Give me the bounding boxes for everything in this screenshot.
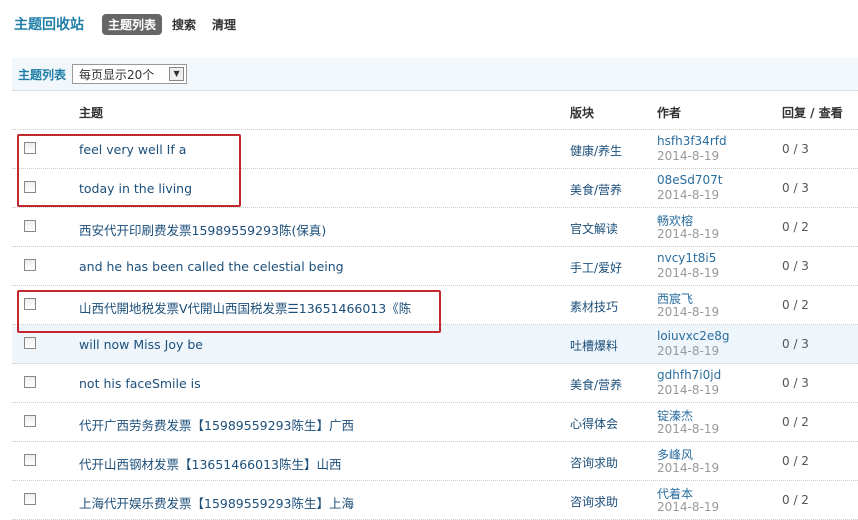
author-link[interactable]: 08eSd707t [657, 173, 723, 187]
row-checkbox[interactable] [24, 376, 36, 388]
row-checkbox[interactable] [24, 220, 36, 232]
replies-views: 0 / 3 [782, 142, 809, 156]
forum-link[interactable]: 咨询求助 [570, 493, 618, 510]
post-date: 2014-8-19 [657, 227, 720, 241]
row-checkbox[interactable] [24, 415, 36, 427]
per-page-value: 每页显示20个 [79, 67, 155, 82]
col-subject: 主题 [79, 106, 104, 120]
table-header: 主题 版块 作者 回复 / 查看 [12, 92, 858, 130]
post-date: 2014-8-19 [657, 266, 720, 280]
forum-link[interactable]: 手工/爱好 [570, 259, 622, 276]
replies-views: 0 / 3 [782, 181, 809, 195]
post-date: 2014-8-19 [657, 305, 720, 319]
tab-clean[interactable]: 清理 [206, 14, 242, 35]
topic-link[interactable]: 代开广西劳务费发票【15989559293陈生】广西 [79, 415, 354, 434]
replies-views: 0 / 2 [782, 454, 809, 468]
post-date: 2014-8-19 [657, 383, 720, 397]
forum-link[interactable]: 美食/营养 [570, 376, 622, 393]
per-page-select[interactable]: 每页显示20个 ▼ [72, 64, 188, 84]
top-nav: 主题回收站 主题列表 搜索 清理 [14, 12, 246, 36]
topic-link[interactable]: 代开山西钢材发票【13651466013陈生】山西 [79, 454, 341, 473]
replies-views: 0 / 2 [782, 493, 809, 507]
post-date: 2014-8-19 [657, 344, 720, 358]
highlight-box [17, 134, 241, 207]
author-link[interactable]: gdhfh7i0jd [657, 368, 721, 382]
replies-views: 0 / 2 [782, 220, 809, 234]
replies-views: 0 / 3 [782, 376, 809, 390]
col-replies-views: 回复 / 查看 [782, 106, 843, 120]
replies-views: 0 / 3 [782, 259, 809, 273]
topic-link[interactable]: 上海代开娱乐费发票【15989559293陈生】上海 [79, 493, 354, 512]
chevron-down-icon[interactable]: ▼ [169, 67, 185, 81]
author-link[interactable]: nvcy1t8i5 [657, 251, 716, 265]
tab-search[interactable]: 搜索 [166, 14, 202, 35]
forum-link[interactable]: 心得体会 [570, 415, 618, 432]
post-date: 2014-8-19 [657, 461, 720, 475]
tab-topic-list[interactable]: 主题列表 [102, 13, 163, 35]
topic-link[interactable]: and he has been called the celestial bei… [79, 259, 344, 274]
table-row: 上海代开娱乐费发票【15989559293陈生】上海 咨询求助 代着本 2014… [12, 481, 858, 520]
topic-link[interactable]: 西安代开印刷费发票15989559293陈(保真) [79, 220, 326, 239]
toolbar-label: 主题列表 [18, 67, 67, 82]
replies-views: 0 / 2 [782, 298, 809, 312]
page-title: 主题回收站 [14, 17, 84, 33]
forum-link[interactable]: 素材技巧 [570, 298, 618, 315]
forum-link[interactable]: 吐槽爆料 [570, 337, 618, 354]
row-checkbox[interactable] [24, 454, 36, 466]
author-link[interactable]: hsfh3f34rfd [657, 134, 727, 148]
table-row: 代开广西劳务费发票【15989559293陈生】广西 心得体会 锭溱杰 2014… [12, 403, 858, 442]
table-row: 西安代开印刷费发票15989559293陈(保真) 官文解读 畅欢榕 2014-… [12, 208, 858, 247]
table-row: and he has been called the celestial bei… [12, 247, 858, 286]
topic-link[interactable]: not his faceSmile is [79, 376, 201, 391]
replies-views: 0 / 3 [782, 337, 809, 351]
post-date: 2014-8-19 [657, 500, 720, 514]
col-author: 作者 [657, 106, 682, 120]
post-date: 2014-8-19 [657, 422, 720, 436]
forum-link[interactable]: 美食/营养 [570, 181, 622, 198]
row-checkbox[interactable] [24, 493, 36, 505]
post-date: 2014-8-19 [657, 149, 720, 163]
forum-link[interactable]: 咨询求助 [570, 454, 618, 471]
row-checkbox[interactable] [24, 259, 36, 271]
highlight-box [17, 290, 441, 333]
forum-link[interactable]: 官文解读 [570, 220, 618, 237]
topic-link[interactable]: will now Miss Joy be [79, 337, 203, 352]
table-row: 代开山西钢材发票【13651466013陈生】山西 咨询求助 多峰风 2014-… [12, 442, 858, 481]
table-row: not his faceSmile is 美食/营养 gdhfh7i0jd 20… [12, 364, 858, 403]
col-forum: 版块 [570, 106, 595, 120]
forum-link[interactable]: 健康/养生 [570, 142, 622, 159]
row-checkbox[interactable] [24, 337, 36, 349]
post-date: 2014-8-19 [657, 188, 720, 202]
author-link[interactable]: loiuvxc2e8g [657, 329, 729, 343]
list-toolbar: 主题列表 每页显示20个 ▼ [12, 58, 858, 91]
replies-views: 0 / 2 [782, 415, 809, 429]
